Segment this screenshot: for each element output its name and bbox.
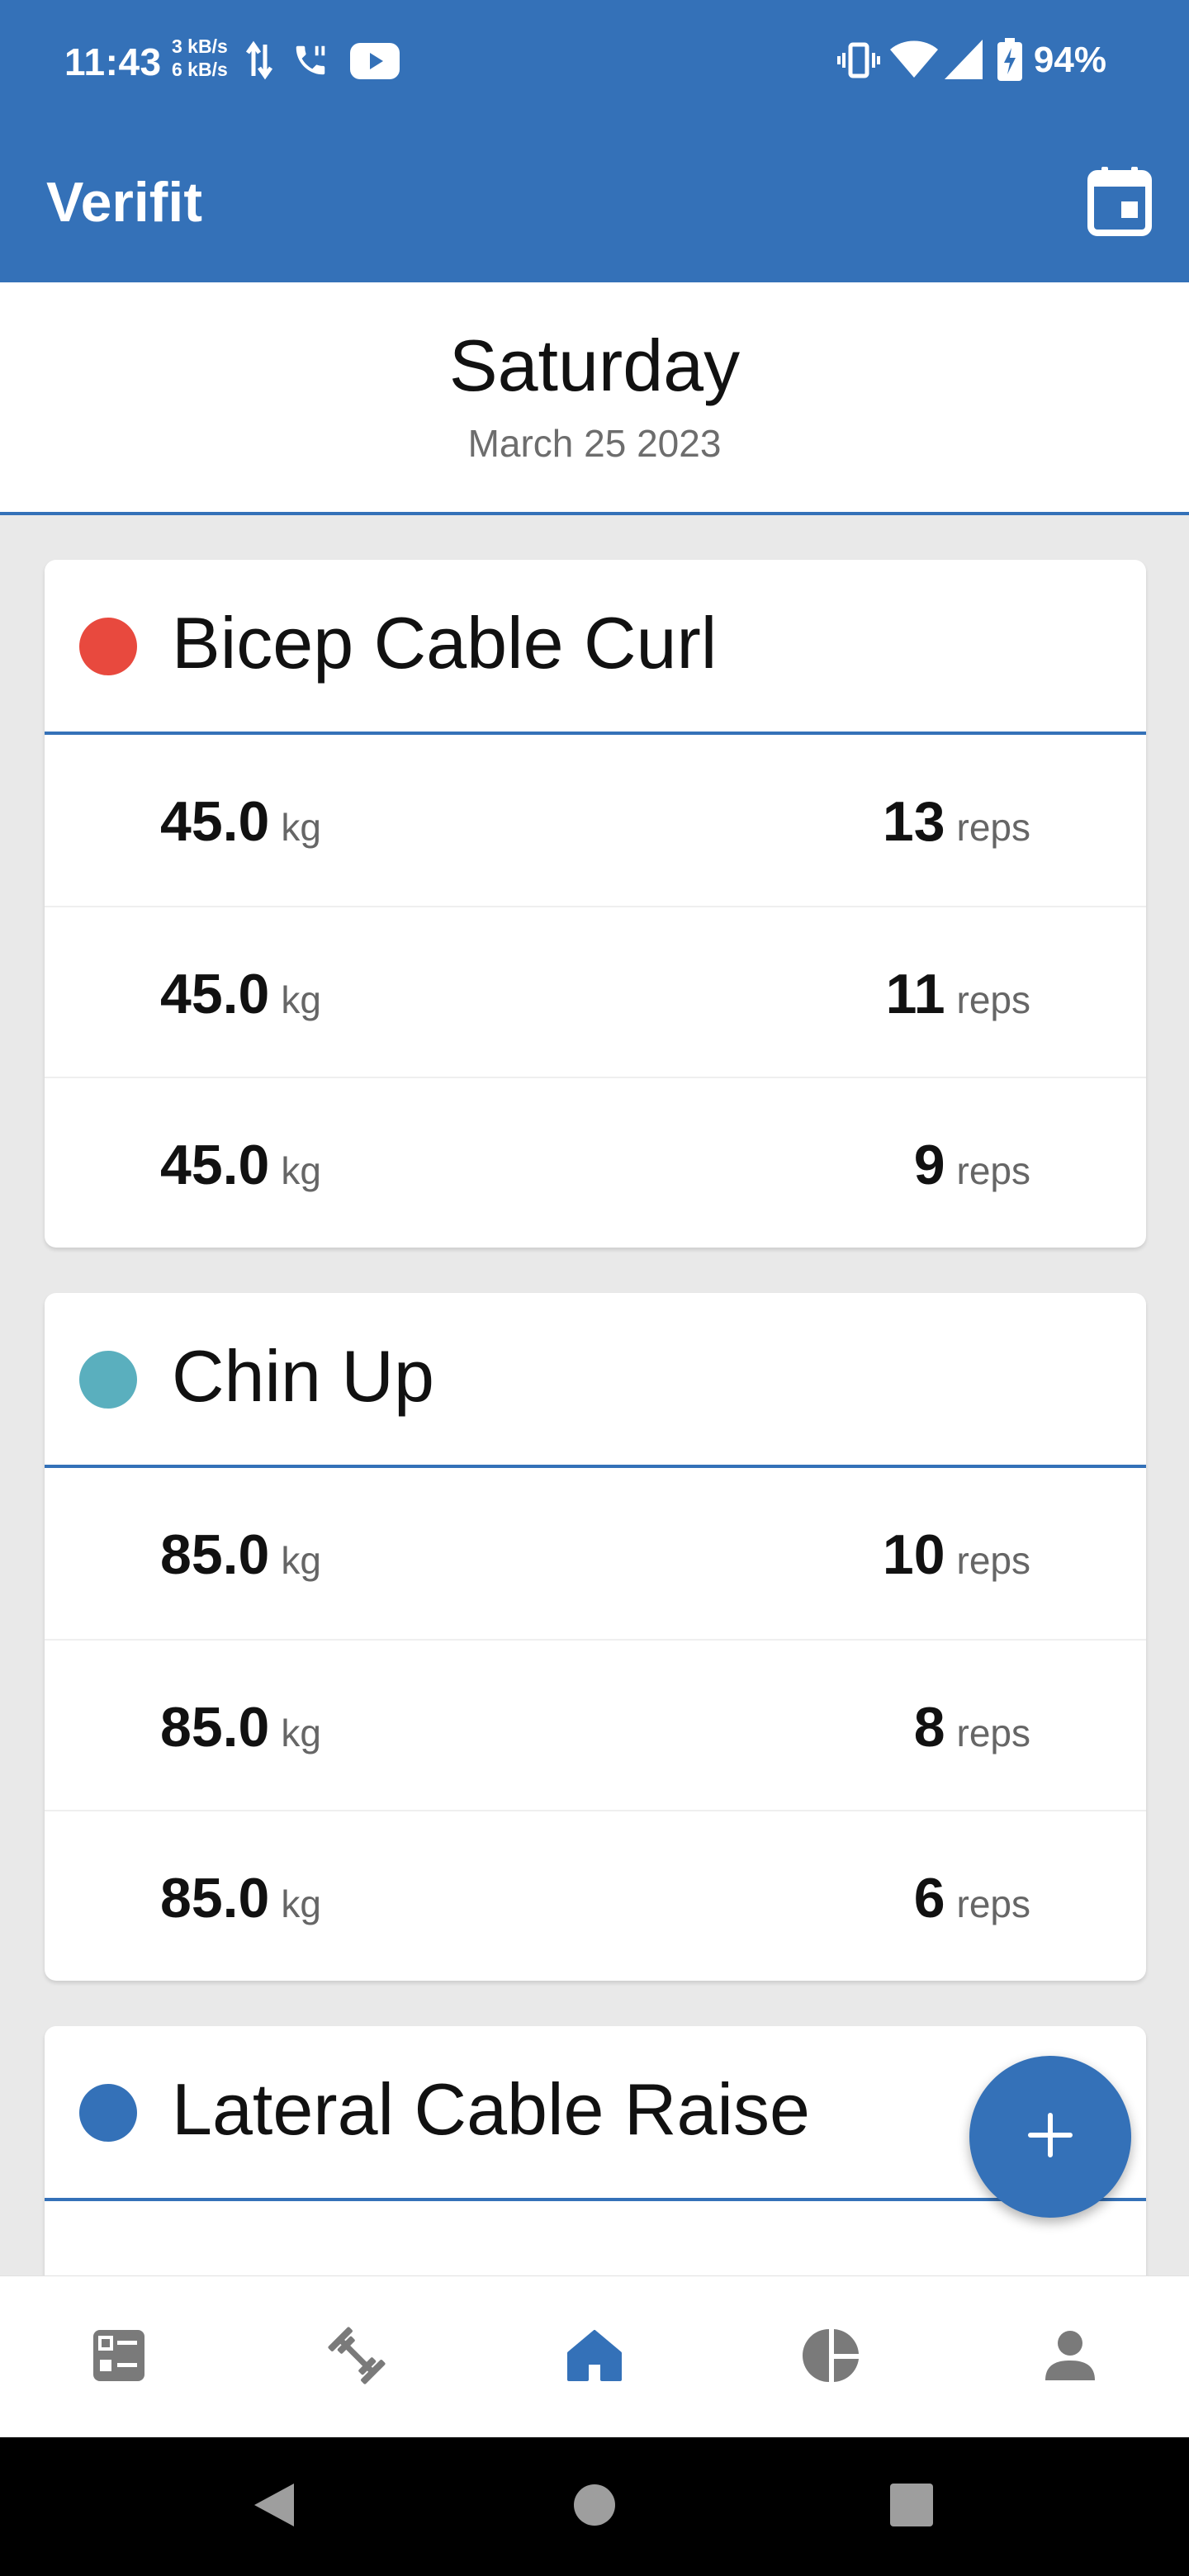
set-weight: 85.0 kg (160, 1522, 321, 1587)
nav-item-dashboard[interactable] (0, 2276, 238, 2438)
network-speed: 3 kB/s 6 kB/s (172, 35, 228, 81)
weight-value: 85.0 (160, 1696, 270, 1759)
set-row[interactable]: 45.0 kg 11 reps (45, 906, 1146, 1077)
reps-unit: reps (956, 1712, 1030, 1754)
weight-value: 45.0 (160, 1134, 270, 1196)
reps-value: 8 (913, 1696, 945, 1759)
set-reps: 8 reps (914, 1695, 1030, 1759)
app-bar: Verifit (0, 122, 1189, 282)
weight-value: 45.0 (160, 790, 270, 853)
reps-value: 13 (882, 790, 945, 853)
calendar-button[interactable] (1087, 163, 1153, 238)
system-back-button[interactable] (208, 2437, 340, 2576)
set-row[interactable]: 45.0 kg 9 reps (45, 1077, 1146, 1248)
status-time: 11:43 (64, 40, 162, 83)
reps-unit: reps (956, 806, 1030, 849)
weight-unit: kg (281, 1712, 321, 1754)
nav-item-home[interactable] (476, 2276, 713, 2438)
set-reps: 10 reps (883, 1522, 1030, 1587)
weight-unit: kg (281, 978, 321, 1021)
reps-value: 6 (913, 1867, 945, 1930)
set-weight: 45.0 kg (160, 789, 321, 854)
nav-item-stats[interactable] (713, 2276, 951, 2438)
weight-value: 85.0 (160, 1867, 270, 1930)
screen: 11:43 3 kB/s 6 kB/s 94% Verifit Saturday… (0, 0, 1189, 2576)
weight-unit: kg (281, 1882, 321, 1925)
dashboard-icon (92, 2328, 146, 2387)
network-speed-down: 6 kB/s (172, 59, 228, 80)
call-icon (291, 41, 330, 83)
reps-unit: reps (956, 1539, 1030, 1582)
app-title: Verifit (46, 171, 202, 234)
youtube-icon (350, 43, 400, 83)
battery-icon (997, 38, 1022, 85)
system-recents-button[interactable] (846, 2437, 978, 2576)
weight-unit: kg (281, 806, 321, 849)
exercise-card: Bicep Cable Curl 45.0 kg 13 reps 45.0 kg 11… (45, 560, 1146, 1248)
set-row[interactable]: 85.0 kg 10 reps (45, 1468, 1146, 1639)
calendar-icon (1087, 167, 1153, 241)
network-speed-up: 3 kB/s (172, 36, 228, 57)
reps-value: 10 (882, 1523, 945, 1586)
weight-unit: kg (281, 1539, 321, 1582)
data-transfer-icon (245, 40, 273, 85)
day-name: Saturday (448, 324, 741, 406)
weight-value: 45.0 (160, 963, 270, 1025)
set-reps: 6 reps (914, 1866, 1030, 1930)
weight-unit: kg (281, 1149, 321, 1192)
reps-value: 11 (885, 963, 945, 1025)
reps-value: 9 (913, 1134, 945, 1196)
set-weight: 85.0 kg (160, 1866, 321, 1930)
status-bar: 11:43 3 kB/s 6 kB/s 94% (0, 0, 1189, 122)
system-home-button[interactable] (528, 2437, 661, 2576)
exercise-name: Bicep Cable Curl (172, 602, 718, 684)
battery-percent: 94% (1033, 40, 1106, 80)
date-header[interactable]: Saturday March 25 2023 (0, 282, 1189, 515)
set-weight: 85.0 kg (160, 1695, 321, 1759)
plus-icon (1026, 2110, 1075, 2164)
set-row[interactable]: 45.0 kg 13 reps (45, 735, 1146, 906)
system-nav (0, 2437, 1189, 2576)
exercise-name: Lateral Cable Raise (172, 2068, 810, 2150)
weight-value: 85.0 (160, 1523, 270, 1586)
home-icon (566, 2328, 623, 2387)
set-weight: 45.0 kg (160, 962, 321, 1026)
pie-chart-icon (803, 2326, 862, 2389)
wifi-icon (890, 40, 938, 83)
set-weight: 45.0 kg (160, 1133, 321, 1197)
exercise-header[interactable]: Chin Up (45, 1293, 1146, 1468)
set-row[interactable]: 85.0 kg 6 reps (45, 1810, 1146, 1981)
reps-unit: reps (956, 1149, 1030, 1192)
category-dot (79, 2084, 137, 2142)
profile-icon (1044, 2329, 1097, 2386)
nav-item-exercises[interactable] (238, 2276, 476, 2438)
reps-unit: reps (956, 978, 1030, 1021)
back-icon (251, 2480, 297, 2534)
signal-icon (945, 40, 983, 83)
bottom-nav (0, 2275, 1189, 2437)
reps-unit: reps (956, 1882, 1030, 1925)
set-row[interactable]: 85.0 kg 8 reps (45, 1639, 1146, 1810)
exercise-header[interactable]: Bicep Cable Curl (45, 560, 1146, 735)
set-reps: 13 reps (883, 789, 1030, 854)
dumbbell-icon (325, 2324, 388, 2391)
set-reps: 9 reps (914, 1133, 1030, 1197)
home-circle-icon (571, 2482, 618, 2532)
nav-item-profile[interactable] (951, 2276, 1189, 2438)
exercise-card: Chin Up 85.0 kg 10 reps 85.0 kg 8 reps 85.0 k… (45, 1293, 1146, 1981)
category-dot (79, 1351, 137, 1409)
date-text: March 25 2023 (467, 422, 722, 465)
set-reps: 11 reps (886, 962, 1030, 1026)
recents-icon (889, 2483, 934, 2531)
vibrate-icon (837, 41, 880, 83)
add-exercise-button[interactable] (969, 2056, 1131, 2218)
category-dot (79, 618, 137, 675)
exercise-name: Chin Up (172, 1335, 434, 1417)
